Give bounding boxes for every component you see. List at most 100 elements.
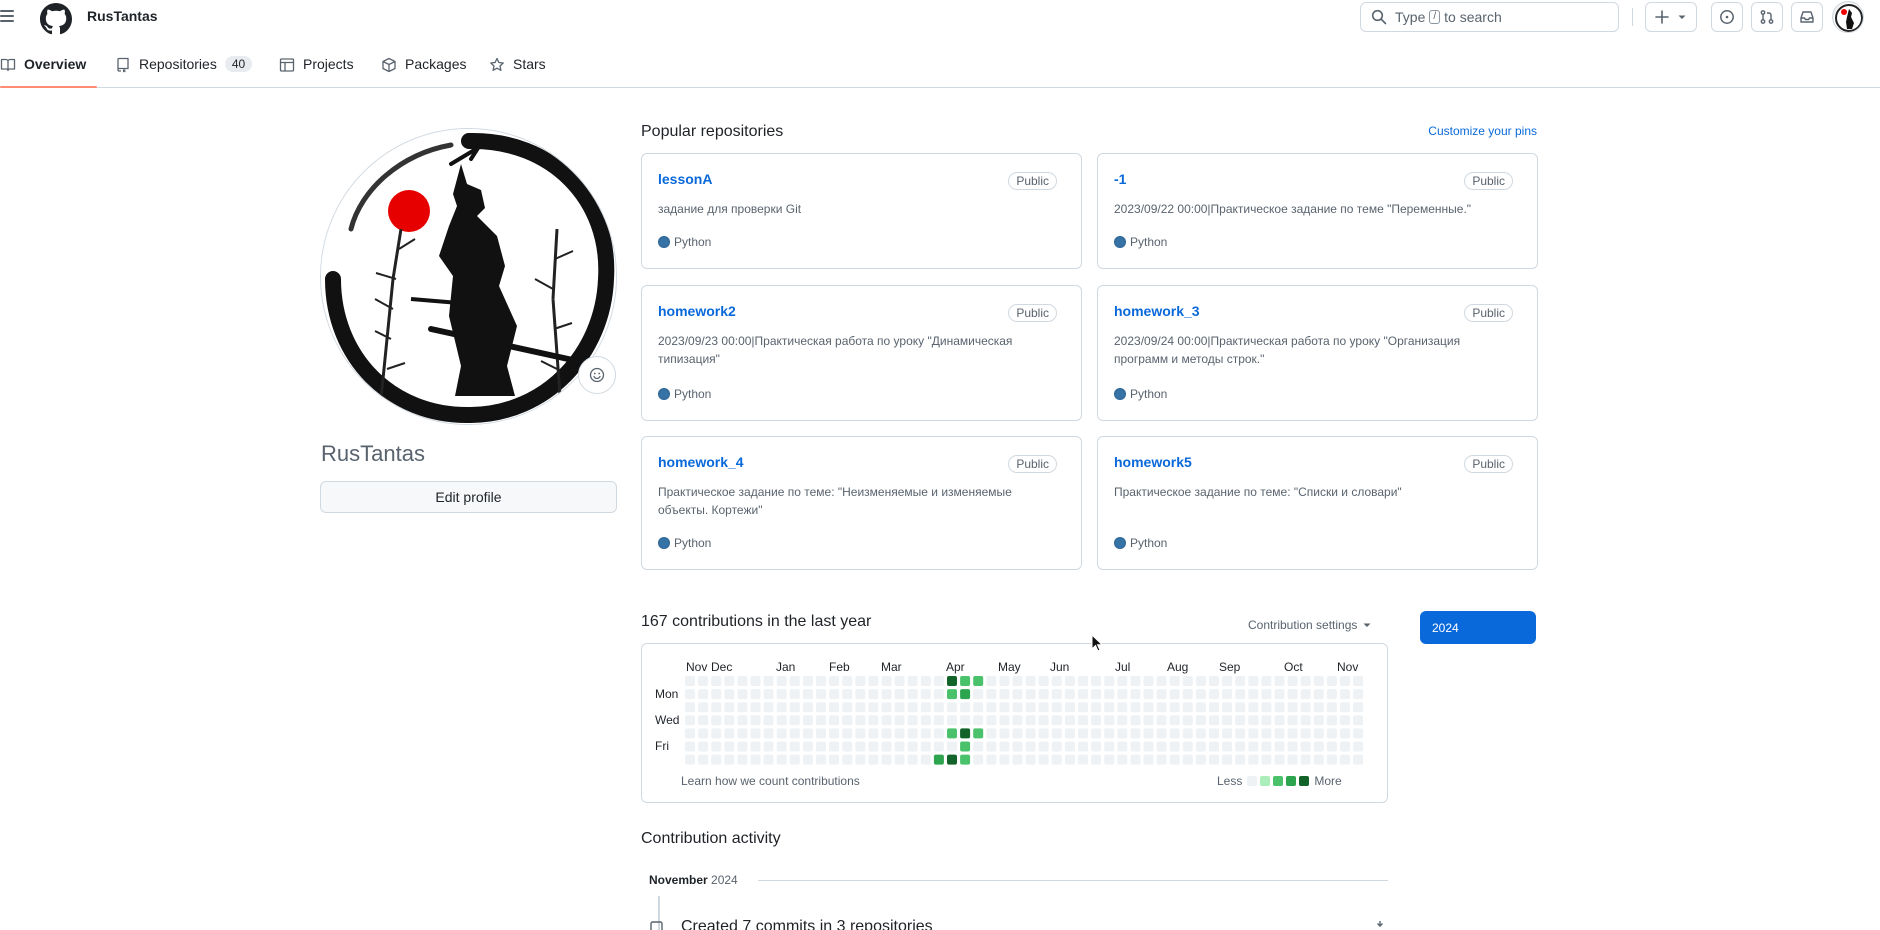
contribution-day-cell[interactable] (973, 689, 984, 700)
contribution-day-cell[interactable] (1209, 754, 1219, 765)
contribution-day-cell[interactable] (1209, 676, 1219, 686)
contribution-day-cell[interactable] (1078, 689, 1088, 700)
contribution-day-cell[interactable] (737, 728, 748, 739)
contribution-day-cell[interactable] (750, 702, 761, 713)
contribution-day-cell[interactable] (999, 728, 1010, 739)
contribution-day-cell[interactable] (1261, 702, 1272, 713)
tab-packages[interactable]: Packages (381, 44, 466, 88)
contribution-day-cell[interactable] (698, 715, 709, 726)
contribution-day-cell[interactable] (1051, 754, 1062, 765)
contribution-day-cell[interactable] (1117, 702, 1128, 713)
contribution-day-cell[interactable] (855, 689, 866, 700)
contribution-day-cell[interactable] (1117, 741, 1128, 752)
contribution-day-cell[interactable] (1274, 702, 1285, 713)
contribution-day-cell[interactable] (973, 741, 984, 752)
contribution-day-cell[interactable] (1169, 741, 1180, 752)
contribution-day-cell[interactable] (868, 754, 879, 765)
search-input[interactable]: Type / to search (1360, 2, 1619, 32)
contribution-day-cell[interactable] (1274, 676, 1285, 686)
contribution-day-cell[interactable] (1064, 715, 1075, 726)
contribution-day-cell[interactable] (1274, 754, 1285, 765)
contribution-day-cell[interactable] (868, 702, 879, 713)
contribution-settings-dropdown[interactable]: Contribution settings (1248, 618, 1373, 632)
contribution-day-cell[interactable] (973, 728, 984, 739)
issues-button[interactable] (1711, 2, 1743, 32)
fold-icon[interactable] (1372, 920, 1388, 930)
header-username[interactable]: RusTantas (87, 8, 158, 24)
contribution-day-cell[interactable] (1091, 689, 1102, 700)
contribution-day-cell[interactable] (724, 754, 735, 765)
contribution-day-cell[interactable] (907, 754, 918, 765)
contribution-day-cell[interactable] (973, 676, 984, 686)
edit-profile-button[interactable]: Edit profile (320, 481, 617, 513)
activity-item-title[interactable]: Created 7 commits in 3 repositories (681, 918, 933, 930)
contribution-day-cell[interactable] (1051, 689, 1062, 700)
contribution-day-cell[interactable] (1104, 702, 1115, 713)
contribution-day-cell[interactable] (1287, 715, 1298, 726)
contribution-day-cell[interactable] (1235, 715, 1246, 726)
contribution-day-cell[interactable] (1064, 676, 1075, 686)
contribution-day-cell[interactable] (816, 741, 826, 752)
contribution-day-cell[interactable] (855, 676, 866, 686)
contribution-day-cell[interactable] (1300, 754, 1311, 765)
contribution-day-cell[interactable] (1222, 676, 1233, 686)
contribution-day-cell[interactable] (711, 689, 722, 700)
contribution-day-cell[interactable] (763, 715, 774, 726)
contribution-day-cell[interactable] (1313, 728, 1324, 739)
inbox-button[interactable] (1791, 2, 1823, 32)
repo-name-link[interactable]: -1 (1114, 171, 1126, 187)
contribution-day-cell[interactable] (920, 676, 931, 686)
contribution-day-cell[interactable] (763, 754, 774, 765)
contribution-day-cell[interactable] (802, 689, 813, 700)
contribution-day-cell[interactable] (763, 741, 774, 752)
contribution-day-cell[interactable] (973, 715, 984, 726)
contribution-day-cell[interactable] (1209, 715, 1219, 726)
tab-repositories[interactable]: Repositories 40 (115, 44, 253, 88)
tab-projects[interactable]: Projects (279, 44, 354, 88)
contribution-day-cell[interactable] (1340, 741, 1350, 752)
contribution-day-cell[interactable] (1156, 741, 1167, 752)
contribution-day-cell[interactable] (1104, 689, 1115, 700)
contribution-day-cell[interactable] (947, 689, 957, 700)
contribution-day-cell[interactable] (1195, 754, 1206, 765)
contribution-day-cell[interactable] (1143, 676, 1154, 686)
contribution-day-cell[interactable] (986, 676, 997, 686)
contribution-day-cell[interactable] (802, 754, 813, 765)
contribution-day-cell[interactable] (881, 676, 892, 686)
contribution-day-cell[interactable] (920, 702, 931, 713)
contribution-day-cell[interactable] (920, 728, 931, 739)
customize-pins-link[interactable]: Customize your pins (1421, 124, 1537, 138)
contribution-day-cell[interactable] (881, 728, 892, 739)
contribution-day-cell[interactable] (842, 715, 853, 726)
contribution-day-cell[interactable] (1078, 715, 1088, 726)
contribution-day-cell[interactable] (1182, 702, 1193, 713)
contribution-day-cell[interactable] (1078, 676, 1088, 686)
contribution-day-cell[interactable] (999, 715, 1010, 726)
contribution-day-cell[interactable] (763, 728, 774, 739)
contribution-day-cell[interactable] (776, 715, 787, 726)
tab-overview[interactable]: Overview (0, 44, 86, 88)
contribution-day-cell[interactable] (1209, 741, 1219, 752)
contribution-day-cell[interactable] (1038, 689, 1049, 700)
contribution-day-cell[interactable] (1104, 741, 1115, 752)
contribution-day-cell[interactable] (960, 728, 971, 739)
github-logo-icon[interactable] (40, 3, 72, 35)
contribution-day-cell[interactable] (698, 702, 709, 713)
contribution-day-cell[interactable] (1130, 754, 1141, 765)
repo-name-link[interactable]: homework2 (658, 303, 736, 319)
contribution-day-cell[interactable] (1235, 728, 1246, 739)
contribution-day-cell[interactable] (1051, 741, 1062, 752)
contribution-day-cell[interactable] (1064, 689, 1075, 700)
contribution-day-cell[interactable] (1195, 741, 1206, 752)
contribution-day-cell[interactable] (1326, 676, 1337, 686)
contribution-day-cell[interactable] (1222, 715, 1233, 726)
contribution-day-cell[interactable] (829, 676, 840, 686)
contribution-day-cell[interactable] (1326, 702, 1337, 713)
contribution-day-cell[interactable] (1143, 702, 1154, 713)
contribution-day-cell[interactable] (1195, 728, 1206, 739)
contribution-day-cell[interactable] (907, 702, 918, 713)
contribution-day-cell[interactable] (1340, 715, 1350, 726)
contribution-day-cell[interactable] (1156, 689, 1167, 700)
contribution-day-cell[interactable] (1248, 754, 1259, 765)
set-status-button[interactable] (578, 356, 616, 394)
